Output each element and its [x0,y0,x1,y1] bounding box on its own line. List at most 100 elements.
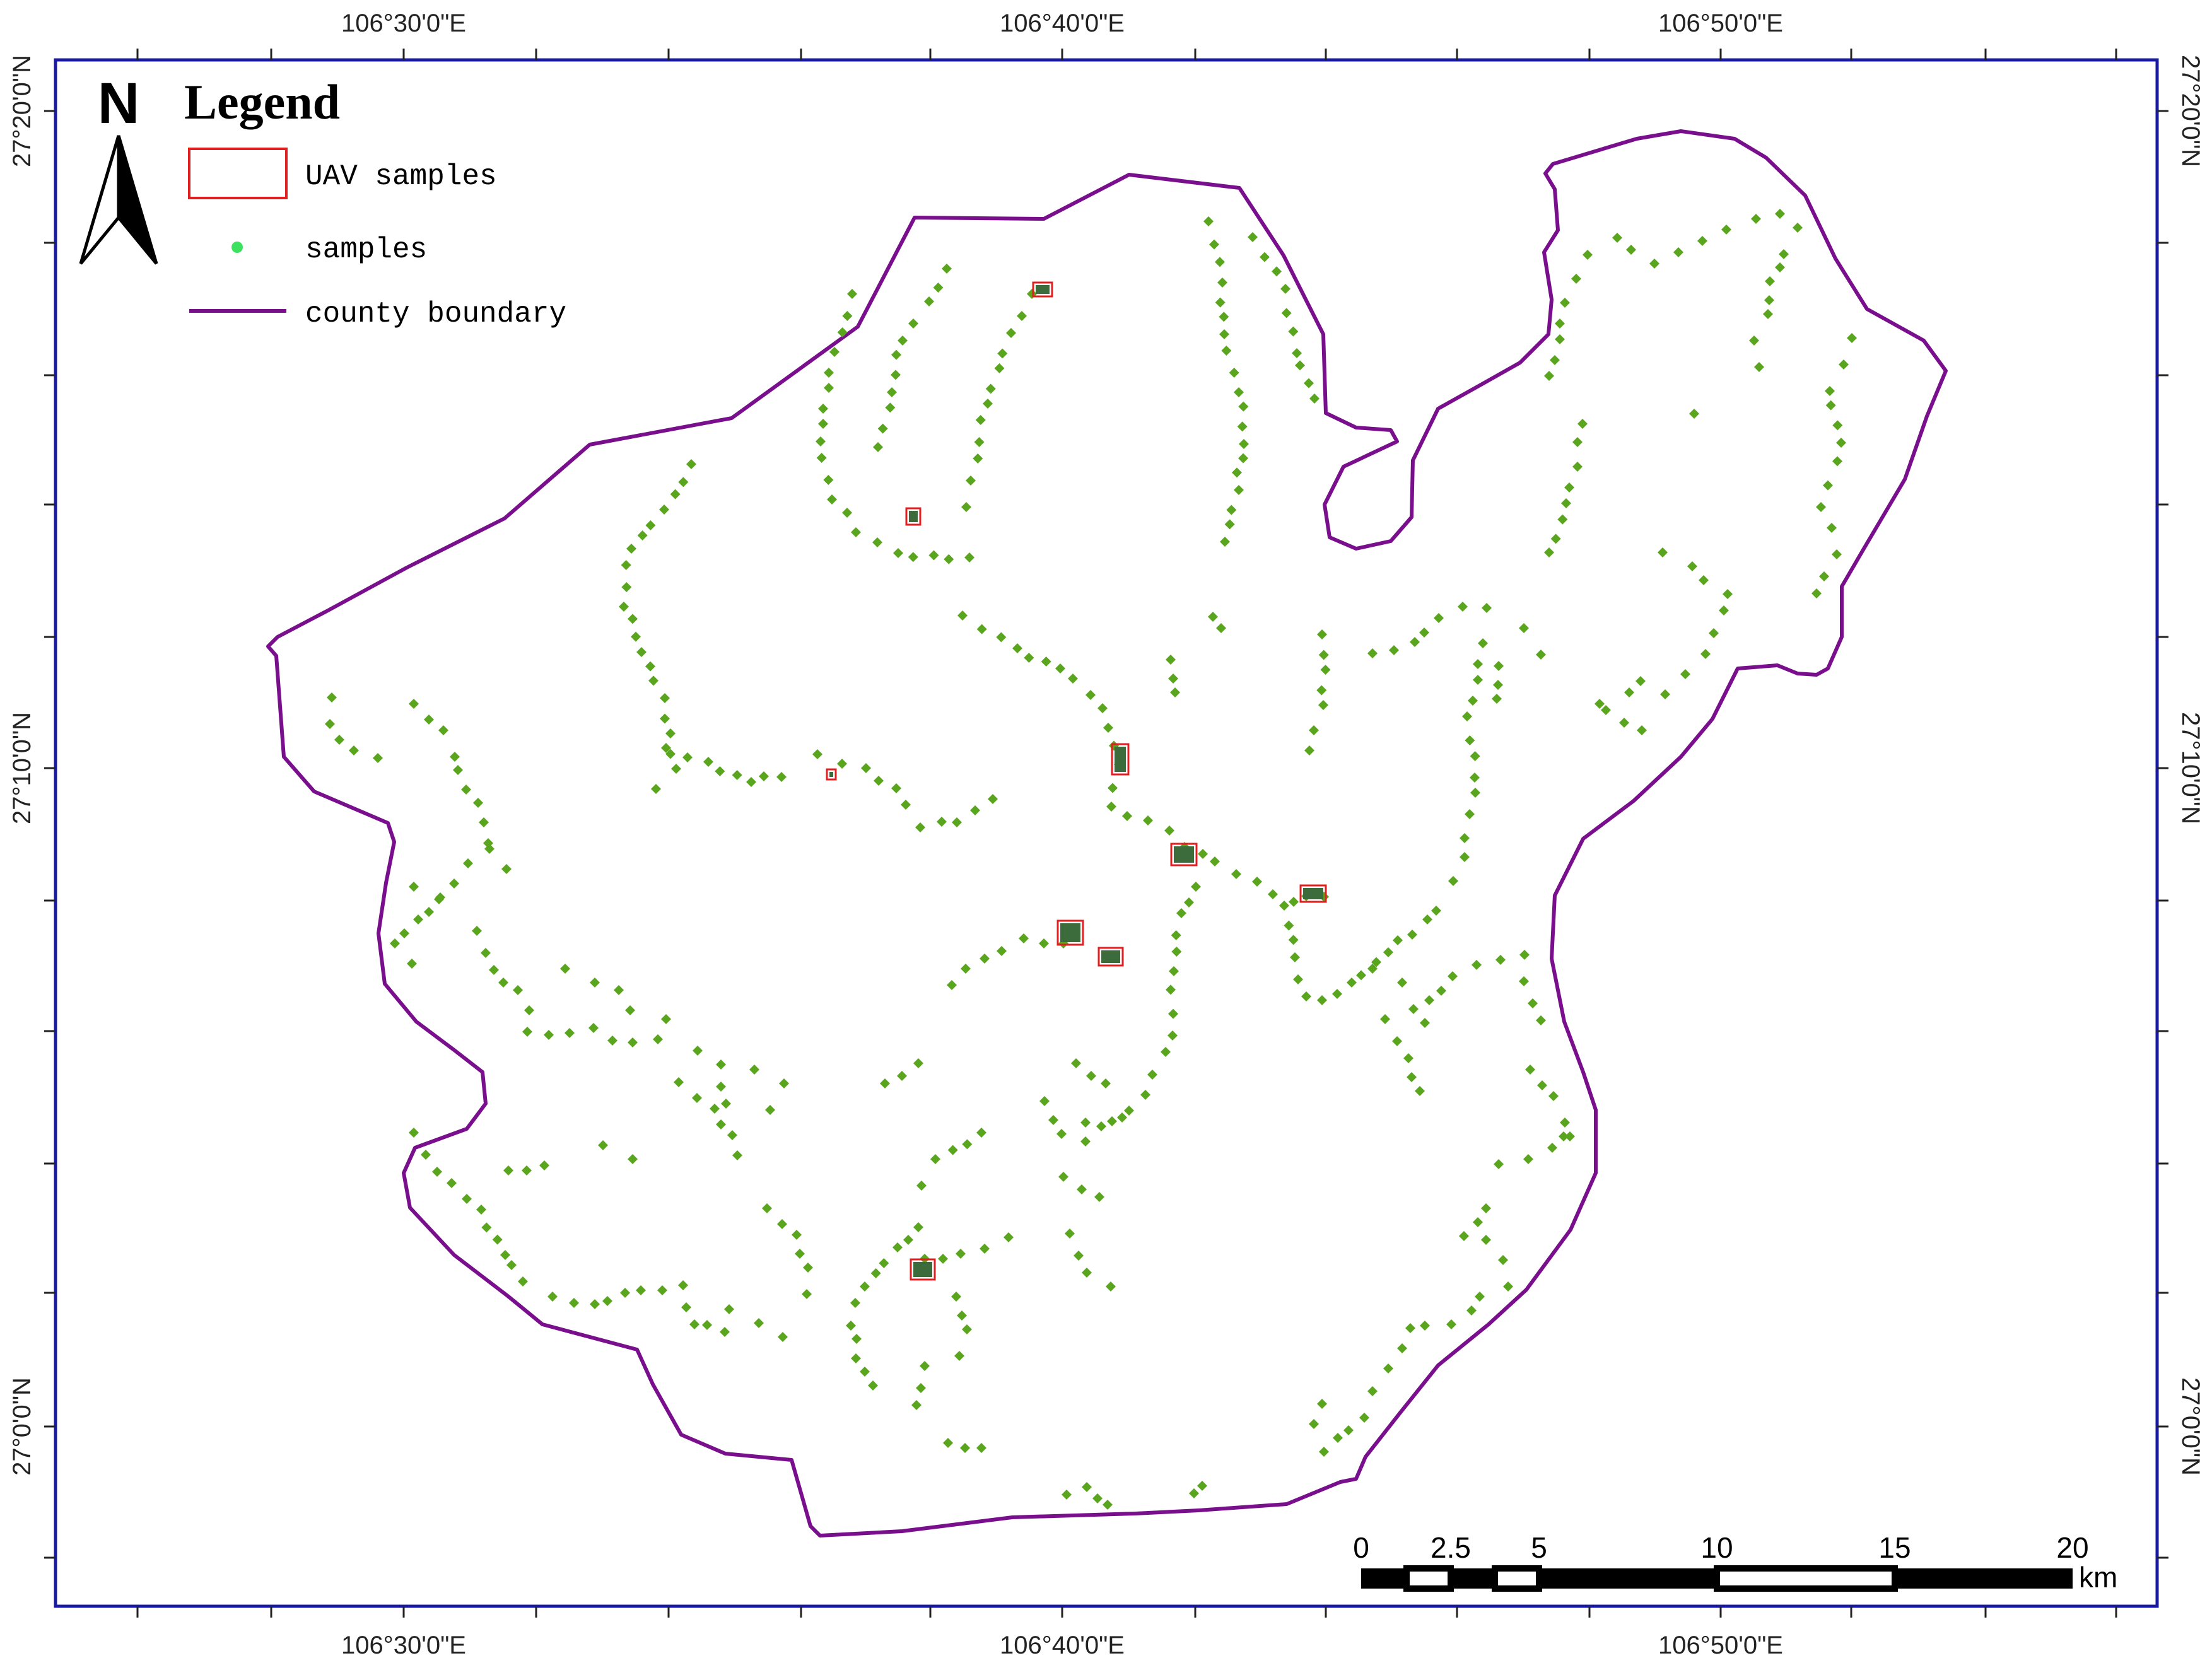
sample-point [1281,308,1292,318]
sample-point [1473,1217,1483,1227]
sample-point [607,1036,617,1046]
sample-point [812,749,822,759]
latitude-labels-right: 27°20'0"N 27°10'0"N 27°0'0"N [2177,55,2204,1476]
sample-point [994,363,1005,373]
sample-point [724,1304,734,1314]
sample-point [1446,1319,1456,1329]
sample-point [1468,696,1478,706]
sample-point [349,745,359,756]
sample-point [1793,223,1803,233]
sample-point [1431,906,1441,916]
sample-point [674,1077,684,1087]
lat-label-left-3: 27°0'0"N [8,1377,36,1476]
sample-point [1460,852,1470,862]
sample-point [1166,984,1176,995]
sample-point [1779,249,1789,259]
sample-point [625,1005,635,1015]
sample-point [660,693,670,703]
lon-label-bottom-3: 106°50'0"E [1658,1631,1783,1659]
sample-point [1224,519,1235,530]
sample-point [913,1222,923,1232]
sample-point [762,1203,772,1213]
sample-point [908,318,918,329]
sample-point [1548,1091,1559,1101]
lat-label-left-1: 27°20'0"N [8,55,36,167]
sample-point [500,1250,510,1260]
sample-point [1475,1292,1485,1302]
scale-seg-7 [1895,1568,2073,1589]
sample-point [778,1332,788,1342]
sample-point [1203,216,1214,226]
sample-point [1215,297,1226,308]
sample-point [1039,938,1049,948]
sample-point [1481,1203,1491,1213]
sample-point [975,415,986,425]
uav-sample-imagery [829,772,833,777]
sample-point [1825,400,1836,411]
sample-point [818,404,828,414]
sample-point [1495,955,1506,965]
uav-sample-imagery [1303,888,1323,899]
sample-point [1176,908,1186,918]
uav-sample-imagery [1036,285,1050,294]
sample-point [716,1119,726,1129]
sample-point [645,661,655,672]
sample-point [1537,1080,1547,1090]
sample-point [1226,505,1237,515]
sample-point [1571,274,1581,284]
sample-point [1465,735,1475,745]
sample-point [1024,653,1034,663]
sample-point [901,800,911,810]
sample-point [892,1242,903,1252]
sample-point [628,614,638,624]
sample-point [1309,394,1320,404]
sample-point [1383,1363,1393,1374]
sample-point [897,1071,907,1081]
sample-point [1689,409,1699,419]
sample-point [988,794,998,804]
sample-point [1823,480,1833,491]
sample-point [1749,336,1759,346]
sample-point [1107,1116,1117,1126]
sample-point [1494,661,1504,671]
scale-tick-5: 5 [1531,1531,1547,1564]
sample-point [861,763,871,773]
sample-point [715,766,725,776]
sample-point [1410,637,1420,647]
sample-point [1012,643,1022,653]
scale-seg-2 [1403,1565,1454,1592]
sample-point [648,675,658,686]
sample-point [1039,1096,1050,1106]
sample-point [325,719,335,729]
sample-point [1700,649,1711,659]
sample-point [1764,295,1774,305]
sample-point [1523,1154,1533,1164]
sample-point [1832,549,1842,559]
sample-point [874,776,884,786]
sample-point [539,1160,549,1170]
sample-point [847,289,857,299]
sample-point [915,822,925,832]
sample-point [513,985,523,995]
sample-point [1006,328,1016,338]
sample-point [1293,974,1303,984]
sample-point [1721,225,1731,235]
sample-point [1055,663,1065,674]
sample-point [432,1167,442,1177]
sample-point [522,1027,532,1037]
sample-point [1658,547,1668,557]
sample-point [1763,309,1773,319]
sample-point [619,602,629,612]
sample-point [1405,1323,1415,1333]
lat-label-right-2: 27°10'0"N [2177,712,2204,824]
sample-point [614,985,624,995]
sample-point [1082,1482,1092,1492]
sample-point [628,1154,638,1164]
sample-point [916,1181,927,1191]
sample-point [957,610,968,621]
scale-seg-4 [1492,1565,1542,1592]
sample-point [1189,1488,1199,1498]
sample-point [732,770,742,780]
sample-point [1367,648,1378,658]
sample-point [686,459,696,469]
